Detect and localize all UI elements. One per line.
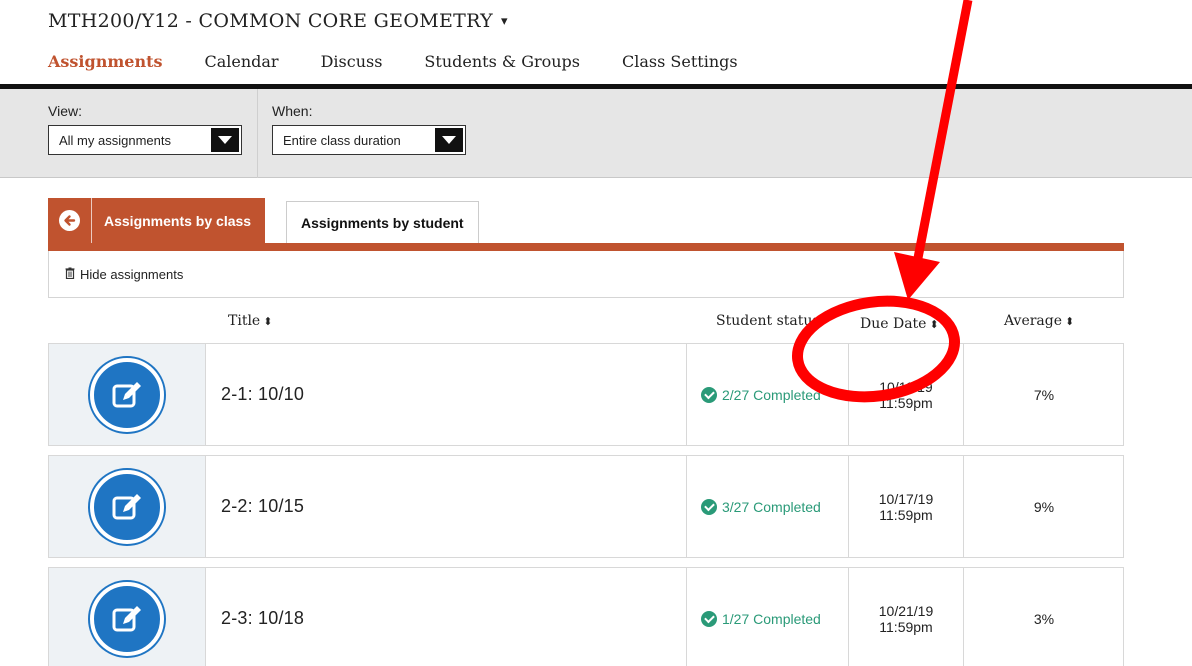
column-title-label: Title xyxy=(228,313,261,329)
edit-assignment-icon[interactable] xyxy=(90,581,164,656)
check-circle-icon xyxy=(701,386,717,403)
back-arrow-button[interactable] xyxy=(48,198,92,243)
check-circle-icon xyxy=(701,610,717,627)
student-status[interactable]: 1/27 Completed xyxy=(701,568,821,666)
column-average-label: Average xyxy=(1004,313,1063,329)
tab-calendar[interactable]: Calendar xyxy=(204,52,278,81)
assignment-icon-cell xyxy=(49,456,206,557)
column-header-title[interactable]: Title ⬍ xyxy=(228,313,272,329)
due-date: 10/11/19 11:59pm xyxy=(849,344,963,445)
assignment-title[interactable]: 2-2: 10/15 xyxy=(221,456,304,557)
course-title-text: MTH200/Y12 - COMMON CORE GEOMETRY xyxy=(48,10,493,32)
tab-assignments[interactable]: Assignments xyxy=(48,52,163,89)
assignment-icon-cell xyxy=(49,568,206,666)
assignment-title[interactable]: 2-3: 10/18 xyxy=(221,568,304,666)
average-value: 3% xyxy=(1033,610,1055,627)
tab-assignments-by-student[interactable]: Assignments by student xyxy=(286,201,479,243)
column-header-status[interactable]: Student status xyxy=(716,313,820,329)
due-date-value: 10/11/19 xyxy=(879,378,933,395)
filter-divider xyxy=(257,89,258,178)
sort-icon: ⬍ xyxy=(263,315,273,328)
main-nav: Assignments Calendar Discuss Students & … xyxy=(48,52,780,89)
course-title[interactable]: MTH200/Y12 - COMMON CORE GEOMETRY ▾ xyxy=(48,10,508,32)
student-status[interactable]: 3/27 Completed xyxy=(701,456,821,557)
column-header-average[interactable]: Average ⬍ xyxy=(1004,313,1074,329)
column-status-label: Student status xyxy=(716,313,820,329)
due-date-value: 10/21/19 xyxy=(878,602,934,619)
check-circle-icon xyxy=(701,498,717,515)
hide-assignments-bar: Hide assignments xyxy=(48,251,1124,298)
cell-divider xyxy=(686,456,687,557)
assignment-row[interactable]: 2-2: 10/15 3/27 Completed 10/17/19 11:59… xyxy=(48,455,1124,558)
due-date: 10/21/19 11:59pm xyxy=(849,568,963,666)
due-time-value: 11:59pm xyxy=(879,506,933,523)
student-status[interactable]: 2/27 Completed xyxy=(701,344,821,445)
tab-by-class-label: Assignments by class xyxy=(104,212,252,229)
assignment-row[interactable]: 2-1: 10/10 2/27 Completed 10/11/19 11:59… xyxy=(48,343,1124,446)
due-date: 10/17/19 11:59pm xyxy=(849,456,963,557)
due-date-value: 10/17/19 xyxy=(878,490,934,507)
hide-assignments-link[interactable]: Hide assignments xyxy=(80,267,183,282)
average-value: 9% xyxy=(1033,498,1055,515)
tab-underline xyxy=(48,243,1124,251)
status-text: 2/27 Completed xyxy=(722,386,821,403)
average-value: 7% xyxy=(1033,386,1055,403)
dropdown-arrow-icon[interactable] xyxy=(211,128,239,152)
status-text: 3/27 Completed xyxy=(722,498,821,515)
assignment-row[interactable]: 2-3: 10/18 1/27 Completed 10/21/19 11:59… xyxy=(48,567,1124,666)
when-select-value: Entire class duration xyxy=(283,132,401,148)
back-arrow-icon xyxy=(59,210,80,231)
view-filter: View: All my assignments xyxy=(48,103,242,155)
when-label: When: xyxy=(272,103,313,119)
tab-discuss[interactable]: Discuss xyxy=(321,52,383,81)
dropdown-arrow-icon[interactable] xyxy=(435,128,463,152)
sort-icon: ⬍ xyxy=(1065,315,1075,328)
edit-assignment-icon[interactable] xyxy=(90,357,164,432)
view-label: View: xyxy=(48,103,82,119)
column-header-due-date[interactable]: Due Date ⬍ xyxy=(860,316,939,332)
tab-students-groups[interactable]: Students & Groups xyxy=(424,52,580,81)
cell-divider xyxy=(686,344,687,445)
tab-assignments-by-class[interactable]: Assignments by class xyxy=(48,198,266,243)
view-select-value: All my assignments xyxy=(59,132,171,148)
view-select[interactable]: All my assignments xyxy=(48,125,242,155)
when-filter: When: Entire class duration xyxy=(272,103,466,155)
column-due-label: Due Date xyxy=(860,316,927,332)
status-text: 1/27 Completed xyxy=(722,610,821,627)
chevron-down-icon[interactable]: ▾ xyxy=(501,14,508,29)
due-time-value: 11:59pm xyxy=(879,394,933,411)
when-select[interactable]: Entire class duration xyxy=(272,125,466,155)
cell-divider xyxy=(686,568,687,666)
trash-icon[interactable] xyxy=(65,267,75,282)
tab-class-settings[interactable]: Class Settings xyxy=(622,52,738,81)
edit-assignment-icon[interactable] xyxy=(90,469,164,544)
assignment-icon-cell xyxy=(49,344,206,445)
assignment-title[interactable]: 2-1: 10/10 xyxy=(221,344,304,445)
sort-icon: ⬍ xyxy=(929,318,939,331)
due-time-value: 11:59pm xyxy=(879,618,933,635)
